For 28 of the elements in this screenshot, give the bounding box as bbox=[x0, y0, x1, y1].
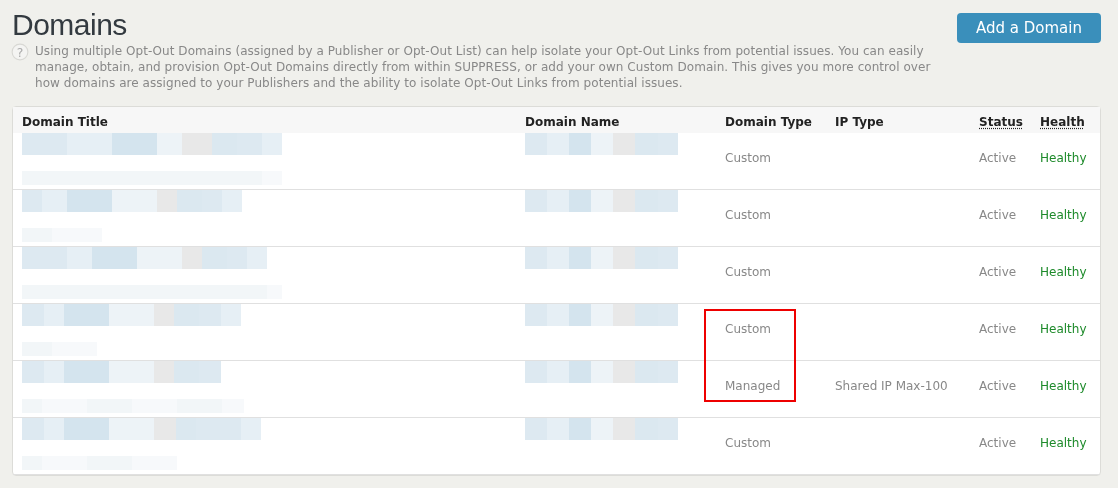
ip-type: Shared IP Max-100 bbox=[835, 379, 948, 393]
page-title: Domains bbox=[12, 8, 127, 42]
help-text: Using multiple Opt-Out Domains (assigned by a Publisher or Opt-Out List) can help isolate your Opt-Out Links from potential issues. You can easily manage, obtain, and provision Opt-Out Domains directly from within SUPPRESS, or add your own Custom Domain. This gives you more control over how domains are assigned to your Publishers and the ability to isolate Opt-Out Links from potential issues. bbox=[35, 43, 932, 91]
health-status: Healthy bbox=[1040, 151, 1087, 165]
column-header: Domain Title bbox=[22, 114, 108, 129]
status: Active bbox=[979, 208, 1017, 222]
health-status: Healthy bbox=[1040, 322, 1087, 336]
column-header[interactable]: Health bbox=[1040, 114, 1085, 129]
column-header: IP Type bbox=[835, 114, 884, 129]
column-header[interactable]: Status bbox=[979, 114, 1023, 129]
health-status: Healthy bbox=[1040, 436, 1087, 450]
health-status: Healthy bbox=[1040, 379, 1087, 393]
domain-type: Custom bbox=[725, 265, 771, 279]
status: Active bbox=[979, 379, 1017, 393]
column-header: Domain Type bbox=[725, 114, 812, 129]
health-status: Healthy bbox=[1040, 265, 1087, 279]
domain-type: Custom bbox=[725, 322, 771, 336]
add-domain-button[interactable]: Add a Domain bbox=[957, 13, 1101, 43]
status: Active bbox=[979, 151, 1017, 165]
status: Active bbox=[979, 322, 1017, 336]
domain-type: Custom bbox=[725, 436, 771, 450]
column-header: Domain Name bbox=[525, 114, 620, 129]
domain-type: Managed bbox=[725, 379, 781, 393]
status: Active bbox=[979, 436, 1017, 450]
domain-type: Custom bbox=[725, 208, 771, 222]
domain-type: Custom bbox=[725, 151, 771, 165]
health-status: Healthy bbox=[1040, 208, 1087, 222]
status: Active bbox=[979, 265, 1017, 279]
